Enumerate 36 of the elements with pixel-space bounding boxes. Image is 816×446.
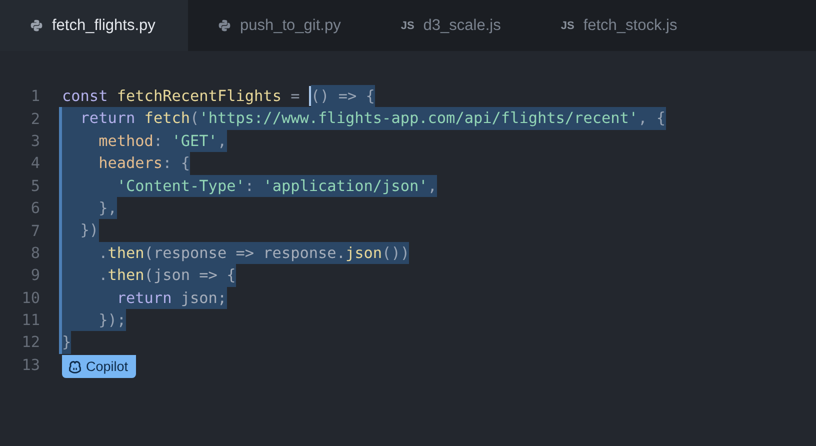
line-number: 10 xyxy=(20,288,40,307)
line-number: 9 xyxy=(30,266,40,284)
line-number: 4 xyxy=(30,154,40,172)
selected-code: return fetch('https://www.flights-app.com/api/flights/recent', { xyxy=(62,107,666,130)
editor-tab[interactable]: fetch_flights.py xyxy=(0,0,188,51)
line-number: 1 xyxy=(30,87,40,106)
line-number: 8 xyxy=(30,244,40,262)
js-label: JS xyxy=(400,20,414,32)
selected-code: }) xyxy=(62,219,99,242)
selected-code: } xyxy=(62,331,72,354)
line-number: 12 xyxy=(20,333,40,352)
code-text: const fetchRecentFlights = xyxy=(62,86,301,107)
python-icon xyxy=(218,19,231,32)
copilot-badge[interactable]: Copilot xyxy=(62,355,136,378)
editor-tab[interactable]: push_to_git.py xyxy=(188,0,371,51)
selected-code: method: 'GET', xyxy=(62,130,227,152)
selected-code: }); xyxy=(62,308,126,332)
line-number: 13 xyxy=(20,356,40,374)
copilot-icon xyxy=(68,360,82,374)
selected-code: .then(json => { xyxy=(62,264,236,287)
line-number: 6 xyxy=(30,199,40,218)
python-icon xyxy=(30,19,43,32)
selected-code: 'Content-Type': 'application/json', xyxy=(62,174,437,197)
line-number: 2 xyxy=(30,110,40,128)
line-number: 11 xyxy=(20,311,40,330)
line-number: 5 xyxy=(30,176,40,195)
selected-code: }, xyxy=(62,196,117,220)
selected-code: .then(response => response.json()) xyxy=(62,242,410,264)
selected-code: return json; xyxy=(62,286,227,309)
line-number: 3 xyxy=(30,132,40,150)
line-number: 7 xyxy=(30,222,40,240)
selected-code: () => { xyxy=(310,85,375,108)
editor-tab[interactable]: JS d3_scale.js xyxy=(370,0,531,51)
js-label: JS xyxy=(560,20,574,32)
editor-tab[interactable]: JS fetch_stock.js xyxy=(530,0,708,51)
selected-code: headers: { xyxy=(62,152,190,175)
